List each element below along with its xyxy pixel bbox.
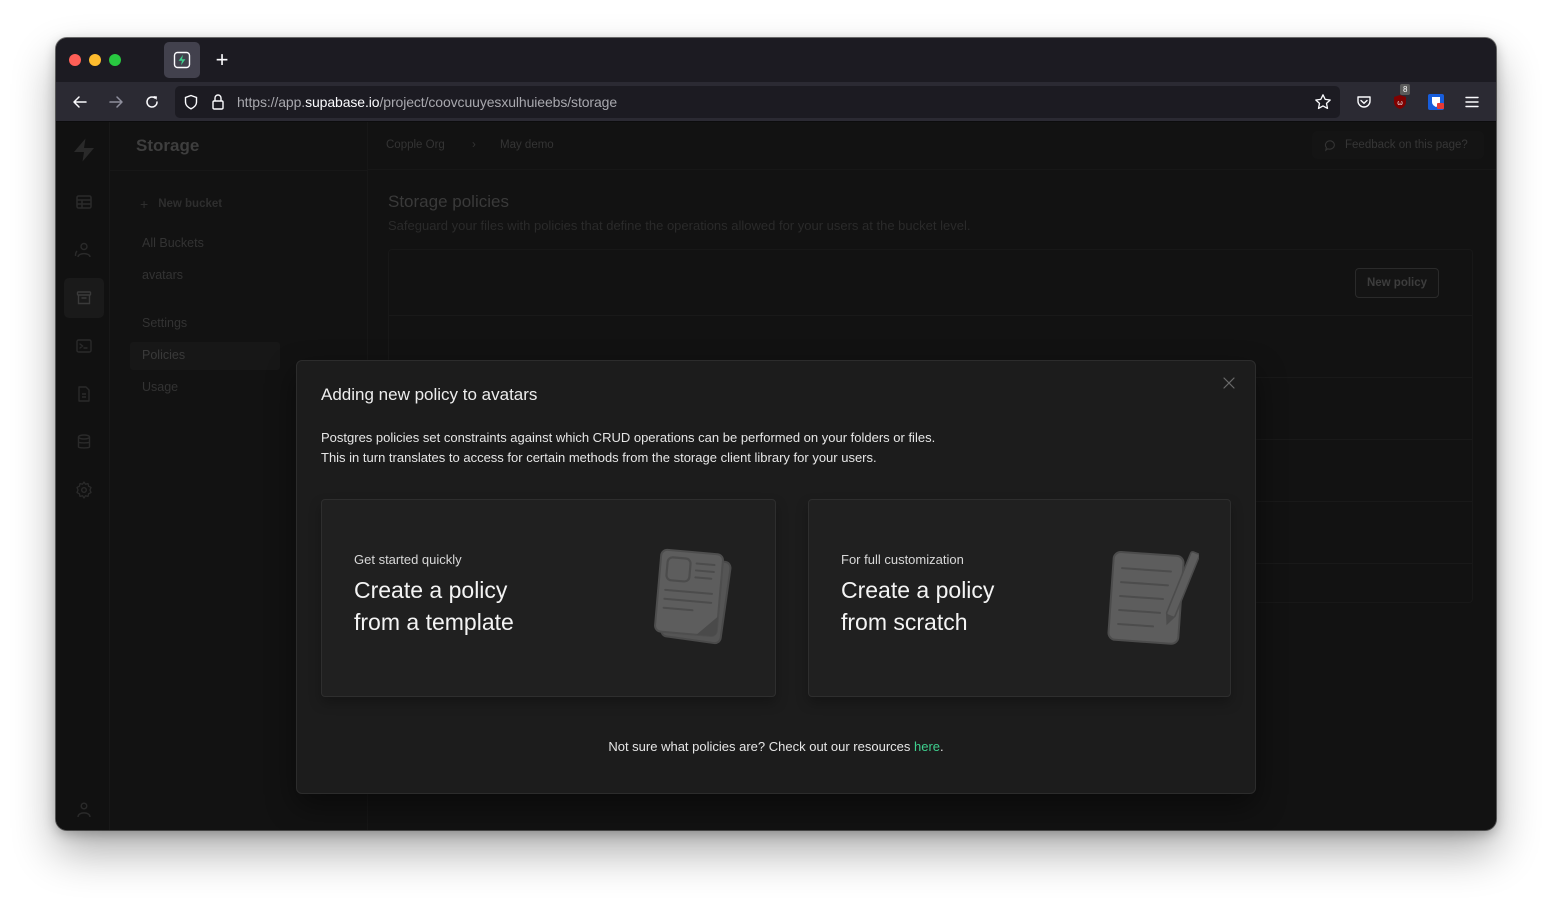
page-subtitle: Safeguard your files with policies that … xyxy=(388,218,971,233)
chat-bubble-icon xyxy=(1324,139,1335,151)
profile-user-icon xyxy=(77,802,91,818)
notepad-pencil-icon xyxy=(1107,550,1199,645)
new-policy-button[interactable]: New policy xyxy=(1355,268,1439,298)
storage-archive-icon xyxy=(76,291,92,305)
shield-icon xyxy=(184,94,198,110)
bitwarden-extension-button[interactable] xyxy=(1424,90,1448,114)
top-bar: Copple Org › May demo Feedback on this p… xyxy=(368,122,1496,170)
card-heading-line: from scratch xyxy=(841,609,968,635)
browser-tab-supabase[interactable] xyxy=(164,42,200,78)
app-menu-button[interactable] xyxy=(1460,90,1484,114)
footer-period: . xyxy=(940,739,944,754)
storage-menu-item-all-buckets[interactable]: All Buckets xyxy=(142,236,204,250)
close-icon xyxy=(1223,377,1235,389)
chevron-right-icon: › xyxy=(472,139,476,151)
url-text[interactable]: https://app.supabase.io/project/coovcuuy… xyxy=(237,94,617,110)
sidebar-settings[interactable] xyxy=(64,470,104,510)
storage-menu-item-avatars[interactable]: avatars xyxy=(142,268,183,282)
hamburger-menu-icon xyxy=(1465,96,1479,108)
database-icon xyxy=(77,434,91,449)
card-heading-line: Create a policy xyxy=(841,577,995,603)
sidebar-profile[interactable] xyxy=(64,790,104,830)
svg-text:ω: ω xyxy=(1397,99,1403,107)
modal-close-button[interactable] xyxy=(1219,373,1239,393)
feedback-label: Feedback on this page? xyxy=(1345,139,1468,151)
create-from-scratch-card[interactable]: For full customization Create a policy f… xyxy=(808,499,1231,697)
card-heading-line: from a template xyxy=(354,609,514,635)
reload-button[interactable] xyxy=(140,90,164,114)
tab-strip: + xyxy=(56,38,1496,82)
supabase-logo xyxy=(74,138,94,162)
page-title: Storage policies xyxy=(388,192,509,211)
sidebar-table-editor[interactable] xyxy=(64,182,104,222)
table-row-divider xyxy=(389,315,1472,316)
sidebar-sql-editor[interactable] xyxy=(64,326,104,366)
ublock-shield-icon: ω xyxy=(1394,95,1406,109)
arrow-right-icon xyxy=(109,96,123,108)
card-heading: Create a policy from a template xyxy=(354,574,614,638)
arrow-left-icon xyxy=(73,96,87,108)
card-heading-line: Create a policy xyxy=(354,577,508,603)
storage-menu-item-settings[interactable]: Settings xyxy=(142,316,187,330)
sidebar-database[interactable] xyxy=(64,422,104,462)
sidebar-home-logo[interactable] xyxy=(64,130,104,170)
settings-gear-icon xyxy=(76,481,92,499)
divider xyxy=(110,170,367,171)
footer-text: Not sure what policies are? Check out ou… xyxy=(608,739,914,754)
template-documents-icon xyxy=(654,548,732,645)
modal-title: Adding new policy to avatars xyxy=(321,385,538,404)
resources-link[interactable]: here xyxy=(914,739,940,754)
users-icon xyxy=(74,242,91,258)
storage-menu-item-policies[interactable]: Policies xyxy=(142,348,185,362)
browser-window: + https://app.supabase.io/project/coovcu… xyxy=(56,38,1496,830)
document-icon xyxy=(78,386,90,402)
new-bucket-label: New bucket xyxy=(158,198,223,210)
close-window-button[interactable] xyxy=(69,54,81,66)
create-from-template-card[interactable]: Get started quickly Create a policy from… xyxy=(321,499,776,697)
reload-icon xyxy=(146,96,158,108)
extension-badge: 8 xyxy=(1400,84,1411,95)
maximize-window-button[interactable] xyxy=(109,54,121,66)
modal-footer: Not sure what policies are? Check out ou… xyxy=(297,739,1255,754)
new-policy-modal: Adding new policy to avatars Postgres po… xyxy=(296,360,1256,794)
supabase-app: Storage + New bucket All Buckets avatars… xyxy=(56,122,1496,830)
forward-button[interactable] xyxy=(104,90,128,114)
sidebar-storage[interactable] xyxy=(64,278,104,318)
plus-icon: + xyxy=(140,196,149,212)
minimize-window-button[interactable] xyxy=(89,54,101,66)
bitwarden-icon xyxy=(1428,94,1444,110)
sidebar-api-docs[interactable] xyxy=(64,374,104,414)
new-bucket-button[interactable]: + New bucket xyxy=(140,196,222,212)
modal-description-line: Postgres policies set constraints agains… xyxy=(321,430,936,445)
sidebar-authentication[interactable] xyxy=(64,230,104,270)
storage-menu-title: Storage xyxy=(136,136,200,155)
breadcrumb-project[interactable]: May demo xyxy=(500,139,554,151)
new-tab-button[interactable]: + xyxy=(210,48,234,72)
lock-icon xyxy=(212,94,224,110)
bookmark-star-icon[interactable] xyxy=(1314,93,1332,111)
feedback-button[interactable]: Feedback on this page? xyxy=(1312,131,1484,159)
navigation-bar: https://app.supabase.io/project/coovcuuy… xyxy=(56,82,1496,122)
supabase-bolt-icon xyxy=(173,51,191,69)
pocket-button[interactable] xyxy=(1352,90,1376,114)
modal-description: Postgres policies set constraints agains… xyxy=(321,428,935,468)
sql-terminal-icon xyxy=(76,339,92,353)
pocket-icon xyxy=(1357,96,1371,108)
modal-description-line: This in turn translates to access for ce… xyxy=(321,450,877,465)
icon-sidebar xyxy=(56,122,110,830)
storage-menu-item-usage[interactable]: Usage xyxy=(142,380,178,394)
url-bar[interactable]: https://app.supabase.io/project/coovcuuy… xyxy=(175,86,1340,118)
breadcrumb-org[interactable]: Copple Org xyxy=(386,139,445,151)
card-eyebrow: For full customization xyxy=(841,552,964,567)
table-editor-icon xyxy=(76,195,92,209)
card-heading: Create a policy from scratch xyxy=(841,574,1101,638)
card-eyebrow: Get started quickly xyxy=(354,552,462,567)
ublock-extension-button[interactable]: ω 8 xyxy=(1388,84,1412,114)
back-button[interactable] xyxy=(68,90,92,114)
